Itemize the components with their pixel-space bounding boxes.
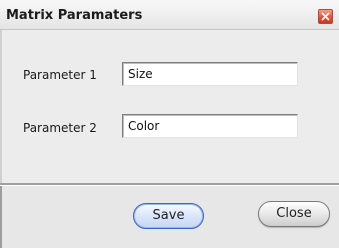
button-bar: Save Close [0,186,339,248]
dialog-body: Parameter 1 Parameter 2 [0,30,339,184]
window-close-button[interactable] [318,9,333,24]
save-button[interactable]: Save [133,203,204,229]
matrix-parameters-dialog: Matrix Paramaters Parameter 1 Parameter … [0,0,339,248]
title-bar: Matrix Paramaters [0,0,339,30]
parameter-1-label: Parameter 1 [23,68,97,82]
parameter-1-input[interactable] [122,62,298,86]
close-button[interactable]: Close [258,201,330,227]
close-icon [321,12,330,21]
window-title: Matrix Paramaters [6,8,143,23]
parameter-2-input[interactable] [122,114,298,138]
parameter-2-label: Parameter 2 [23,121,97,135]
